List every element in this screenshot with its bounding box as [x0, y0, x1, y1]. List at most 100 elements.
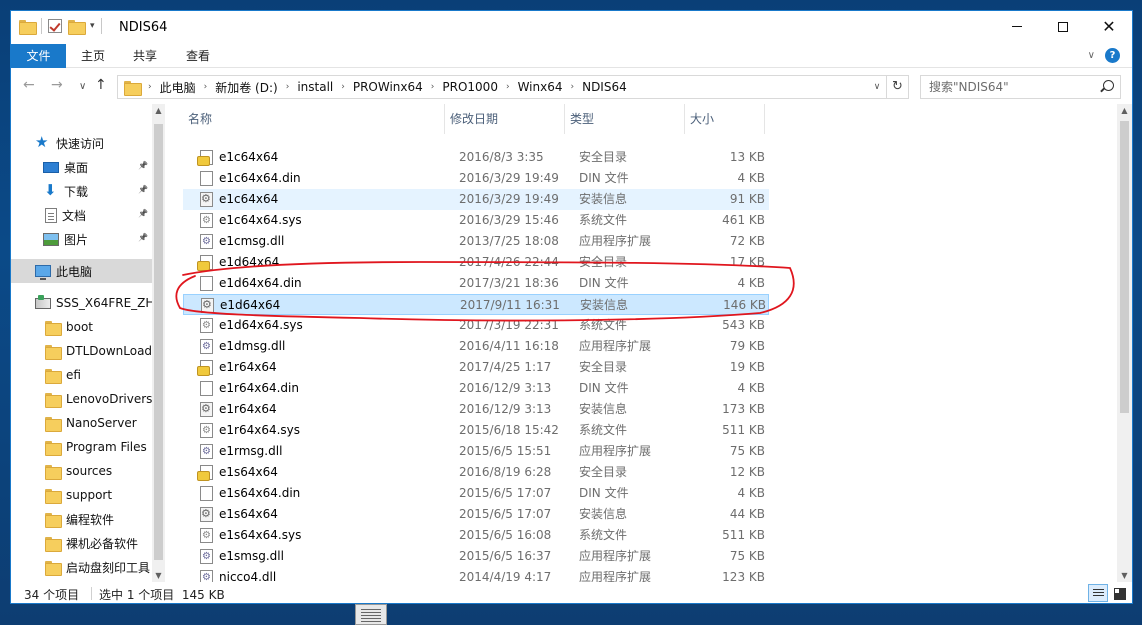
file-date: 2016/3/29 19:49	[459, 171, 559, 185]
file-list-scrollbar[interactable]: ▲ ▼	[1117, 104, 1132, 582]
breadcrumb-this-pc[interactable]: 此电脑	[160, 79, 196, 96]
expand-ribbon-chevron-icon[interactable]: ∨	[1088, 50, 1095, 61]
table-row[interactable]: e1s64x64.sys 2015/6/5 16:08 系统文件 511 KB	[183, 525, 769, 546]
explorer-window: ▾ NDIS64 ✕ 文件 主页 共享 查看 ∨ ? ← → ∨ ↑ › 此电脑…	[10, 10, 1133, 604]
sidebar-item-label: 文档	[62, 208, 87, 223]
tab-share[interactable]: 共享	[120, 44, 170, 68]
table-row[interactable]: e1s64x64 2016/8/19 6:28 安全目录 12 KB	[183, 462, 769, 483]
chevron-right-icon[interactable]: ›	[431, 82, 435, 92]
column-header-name[interactable]: 名称	[183, 104, 445, 134]
table-row[interactable]: e1c64x64.din 2016/3/29 19:49 DIN 文件 4 KB	[183, 168, 769, 189]
sidebar-item-14[interactable]: sources	[11, 459, 152, 483]
scroll-up-arrow-icon[interactable]: ▲	[1117, 106, 1132, 115]
breadcrumb-install[interactable]: install	[297, 80, 333, 94]
column-header-type[interactable]: 类型	[565, 104, 685, 134]
tab-file[interactable]: 文件	[11, 44, 66, 68]
chevron-right-icon[interactable]: ›	[506, 82, 510, 92]
table-row[interactable]: e1smsg.dll 2015/6/5 16:37 应用程序扩展 75 KB	[183, 546, 769, 567]
table-row[interactable]: e1d64x64 2017/9/11 16:31 安装信息 146 KB	[183, 294, 769, 315]
table-row[interactable]: e1d64x64.sys 2017/3/19 22:31 系统文件 543 KB	[183, 315, 769, 336]
navigation-pane-scrollbar[interactable]: ▲ ▼	[152, 104, 165, 582]
breadcrumb-ndis64[interactable]: NDIS64	[582, 80, 627, 94]
customize-qat-chevron-icon[interactable]: ▾	[90, 21, 95, 31]
tab-view[interactable]: 查看	[173, 44, 223, 68]
new-folder-icon[interactable]	[68, 19, 86, 35]
table-row[interactable]: nicco4.dll 2014/4/19 4:17 应用程序扩展 123 KB	[183, 567, 769, 582]
forward-button[interactable]: →	[51, 77, 63, 93]
sidebar-item-3[interactable]: 下载 📌	[11, 179, 152, 203]
breadcrumb-prowinx64[interactable]: PROWinx64	[353, 80, 423, 94]
sidebar-item-8[interactable]: boot	[11, 315, 152, 339]
search-box[interactable]	[920, 75, 1121, 99]
table-row[interactable]: e1r64x64.sys 2015/6/18 15:42 系统文件 511 KB	[183, 420, 769, 441]
table-row[interactable]: e1d64x64 2017/4/26 22:44 安全目录 17 KB	[183, 252, 769, 273]
back-button[interactable]: ←	[23, 77, 35, 93]
details-view-button[interactable]	[1088, 584, 1108, 602]
properties-icon[interactable]	[48, 19, 62, 33]
refresh-button[interactable]: ↻	[886, 76, 908, 98]
sidebar-item-label: SSS_X64FRE_ZH-	[56, 296, 152, 310]
column-header-size[interactable]: 大小	[685, 104, 765, 134]
search-icon[interactable]	[1103, 80, 1114, 91]
sidebar-item-7[interactable]: SSS_X64FRE_ZH-	[11, 291, 152, 315]
sidebar-item-17[interactable]: 裸机必备软件	[11, 531, 152, 555]
file-size: 72 KB	[729, 234, 765, 248]
table-row[interactable]: e1s64x64.din 2015/6/5 17:07 DIN 文件 4 KB	[183, 483, 769, 504]
sidebar-item-1[interactable]: 快速访问	[11, 131, 152, 155]
table-row[interactable]: e1r64x64.din 2016/12/9 3:13 DIN 文件 4 KB	[183, 378, 769, 399]
sidebar-item-11[interactable]: LenovoDrivers	[11, 387, 152, 411]
sidebar-item-18[interactable]: 启动盘刻印工具	[11, 555, 152, 579]
table-row[interactable]: e1r64x64 2016/12/9 3:13 安装信息 173 KB	[183, 399, 769, 420]
breadcrumb-pro1000[interactable]: PRO1000	[442, 80, 498, 94]
sidebar-item-2[interactable]: 桌面 📌	[11, 155, 152, 179]
scrollbar-thumb[interactable]	[1120, 121, 1129, 413]
address-bar[interactable]: › 此电脑 › 新加卷 (D:) › install › PROWinx64 ›…	[117, 75, 909, 99]
scroll-down-arrow-icon[interactable]: ▼	[1117, 571, 1132, 580]
table-row[interactable]: e1d64x64.din 2017/3/21 18:36 DIN 文件 4 KB	[183, 273, 769, 294]
help-icon[interactable]: ?	[1105, 48, 1120, 63]
sidebar-item-10[interactable]: efi	[11, 363, 152, 387]
chevron-right-icon[interactable]: ›	[148, 82, 152, 92]
chevron-right-icon[interactable]: ›	[570, 82, 574, 92]
table-row[interactable]: e1c64x64 2016/3/29 19:49 安装信息 91 KB	[183, 189, 769, 210]
taskbar-window-thumbnail[interactable]	[355, 604, 387, 625]
recent-locations-button[interactable]: ∨	[79, 81, 86, 92]
address-history-chevron-icon[interactable]: ∨	[868, 82, 886, 92]
search-input[interactable]	[921, 76, 1091, 98]
maximize-button[interactable]	[1040, 11, 1086, 42]
tab-home[interactable]: 主页	[68, 44, 118, 68]
chevron-right-icon[interactable]: ›	[341, 82, 345, 92]
table-row[interactable]: e1dmsg.dll 2016/4/11 16:18 应用程序扩展 79 KB	[183, 336, 769, 357]
minimize-icon	[1012, 26, 1022, 27]
sidebar-item-12[interactable]: NanoServer	[11, 411, 152, 435]
sidebar-item-5[interactable]: 图片 📌	[11, 227, 152, 251]
sidebar-item-13[interactable]: Program Files	[11, 435, 152, 459]
sidebar-item-4[interactable]: 文档 📌	[11, 203, 152, 227]
minimize-button[interactable]	[994, 11, 1040, 42]
column-header-date[interactable]: 修改日期	[445, 104, 565, 134]
large-icons-view-button[interactable]	[1109, 584, 1129, 602]
table-row[interactable]: e1rmsg.dll 2015/6/5 15:51 应用程序扩展 75 KB	[183, 441, 769, 462]
sidebar-item-15[interactable]: support	[11, 483, 152, 507]
breadcrumb-drive[interactable]: 新加卷 (D:)	[215, 79, 277, 96]
table-row[interactable]: e1s64x64 2015/6/5 17:07 安装信息 44 KB	[183, 504, 769, 525]
sidebar-item-9[interactable]: DTLDownLoads	[11, 339, 152, 363]
table-row[interactable]: e1c64x64 2016/8/3 3:35 安全目录 13 KB	[183, 147, 769, 168]
table-row[interactable]: e1cmsg.dll 2013/7/25 18:08 应用程序扩展 72 KB	[183, 231, 769, 252]
scroll-up-arrow-icon[interactable]: ▲	[152, 106, 165, 115]
sidebar-item-6[interactable]: 此电脑	[11, 259, 152, 283]
sidebar-item-label: 启动盘刻印工具	[66, 560, 151, 575]
file-name: e1cmsg.dll	[219, 234, 285, 248]
close-button[interactable]: ✕	[1086, 11, 1132, 42]
scrollbar-thumb[interactable]	[154, 124, 163, 560]
chevron-right-icon[interactable]: ›	[204, 82, 208, 92]
sidebar-item-16[interactable]: 编程软件	[11, 507, 152, 531]
security-catalog-icon	[197, 150, 213, 166]
file-name: e1s64x64.sys	[219, 528, 302, 542]
table-row[interactable]: e1c64x64.sys 2016/3/29 15:46 系统文件 461 KB	[183, 210, 769, 231]
up-button[interactable]: ↑	[95, 77, 107, 93]
table-row[interactable]: e1r64x64 2017/4/25 1:17 安全目录 19 KB	[183, 357, 769, 378]
chevron-right-icon[interactable]: ›	[286, 82, 290, 92]
scroll-down-arrow-icon[interactable]: ▼	[152, 571, 165, 580]
breadcrumb-winx64[interactable]: Winx64	[518, 80, 563, 94]
